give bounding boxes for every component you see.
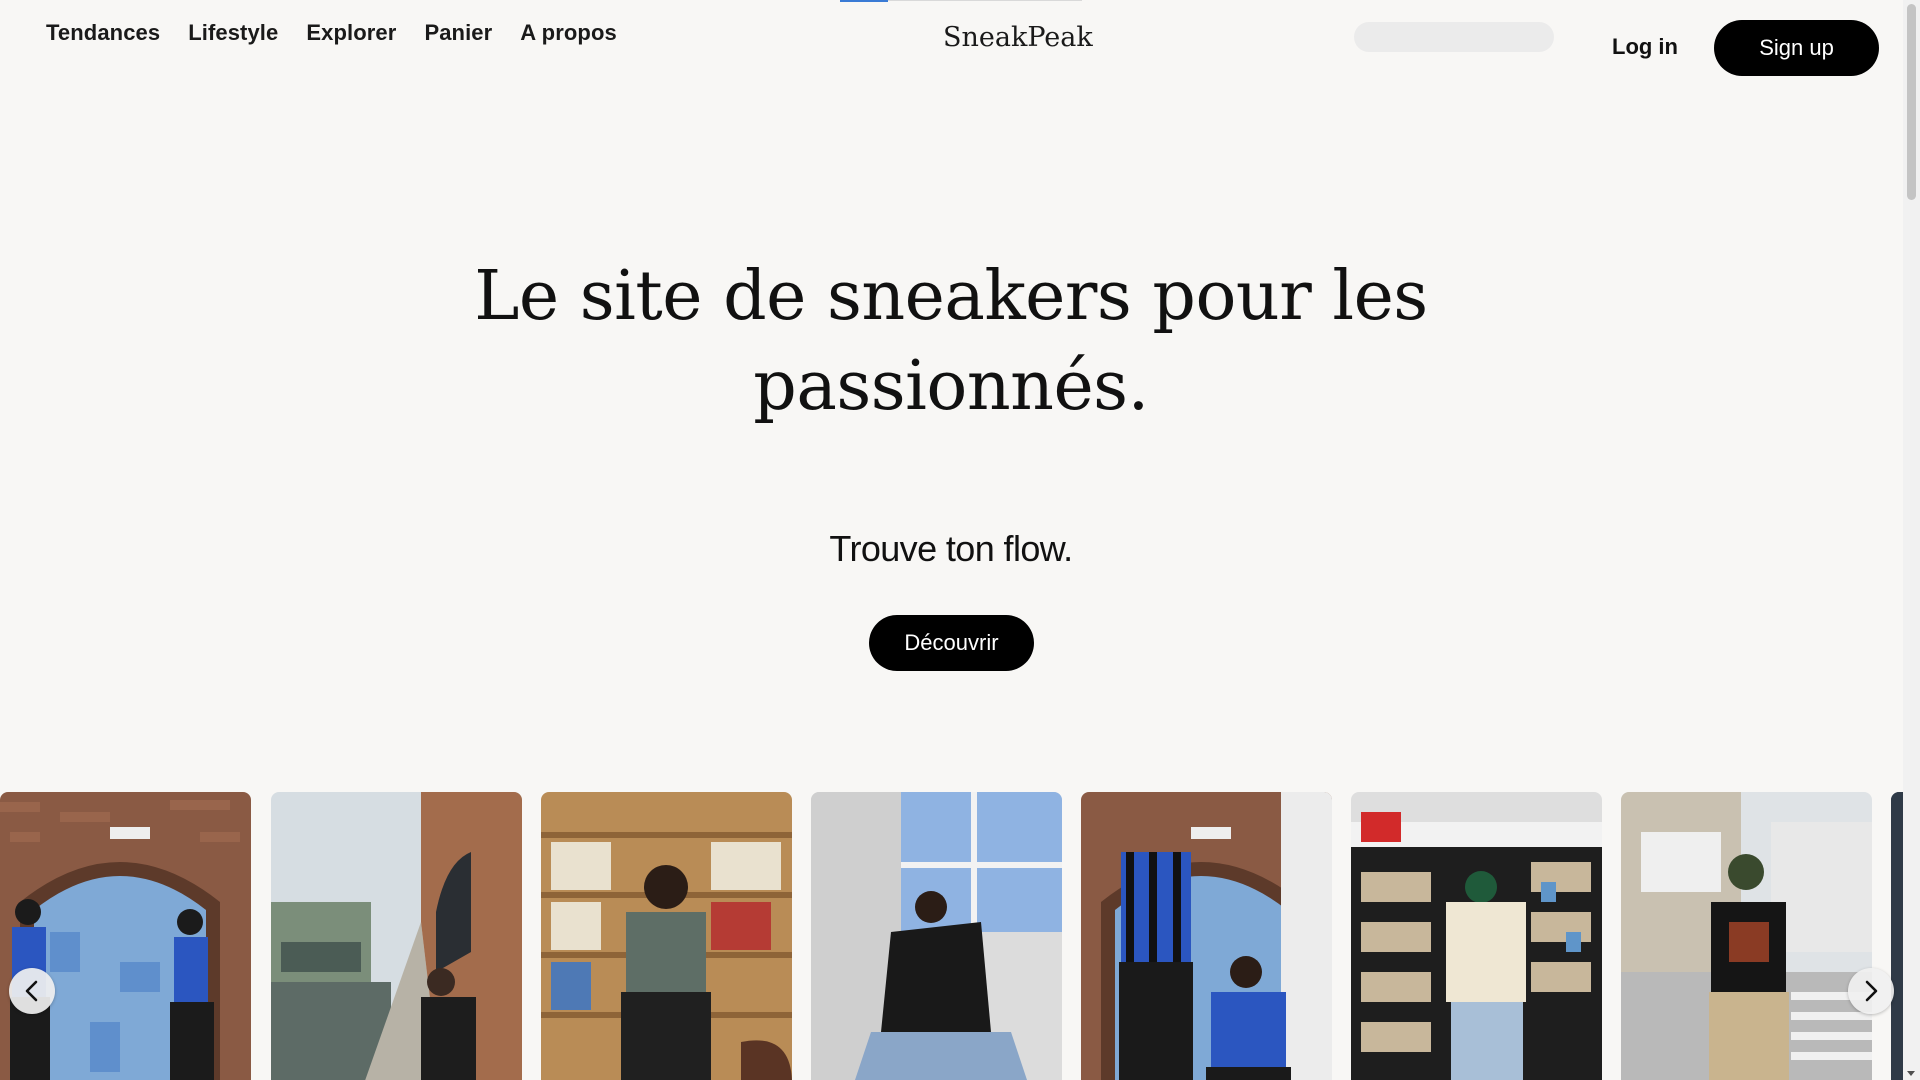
carousel-prev-button[interactable]	[9, 968, 55, 1014]
signup-button[interactable]: Sign up	[1714, 20, 1879, 76]
page-scrollbar[interactable]	[1903, 0, 1920, 1080]
scrollbar-thumb[interactable]	[1907, 4, 1916, 200]
carousel-next-button[interactable]	[1848, 968, 1894, 1014]
carousel-image-7[interactable]	[1621, 792, 1872, 1080]
carousel-image-1[interactable]	[0, 792, 251, 1080]
nav-item-explorer[interactable]: Explorer	[306, 20, 396, 46]
search-input[interactable]	[1354, 22, 1554, 52]
scroll-down-arrow-icon[interactable]	[1907, 1071, 1915, 1076]
top-progress-indicator	[840, 0, 1082, 2]
carousel-image-6[interactable]	[1351, 792, 1602, 1080]
carousel-image-2[interactable]	[271, 792, 522, 1080]
login-button[interactable]: Log in	[1612, 34, 1678, 60]
photo-carousel	[0, 792, 1903, 1080]
brand-logo[interactable]: SneakPeak	[943, 22, 1093, 53]
nav-item-a-propos[interactable]: A propos	[520, 20, 617, 46]
carousel-image-4[interactable]	[811, 792, 1062, 1080]
nav-item-panier[interactable]: Panier	[424, 20, 492, 46]
carousel-image-3[interactable]	[541, 792, 792, 1080]
carousel-image-8[interactable]	[1891, 792, 1903, 1080]
hero-subtitle: Trouve ton flow.	[829, 528, 1073, 569]
nav-item-lifestyle[interactable]: Lifestyle	[188, 20, 278, 46]
chevron-right-icon	[1865, 980, 1878, 1002]
discover-button[interactable]: Découvrir	[869, 615, 1034, 671]
carousel-image-5[interactable]	[1081, 792, 1332, 1080]
nav-item-tendances[interactable]: Tendances	[46, 20, 160, 46]
chevron-left-icon	[25, 980, 38, 1002]
hero-title: Le site de sneakers pour les passionnés.	[474, 257, 1428, 426]
main-nav: Tendances Lifestyle Explorer Panier A pr…	[46, 20, 617, 46]
top-progress-active	[840, 0, 888, 2]
